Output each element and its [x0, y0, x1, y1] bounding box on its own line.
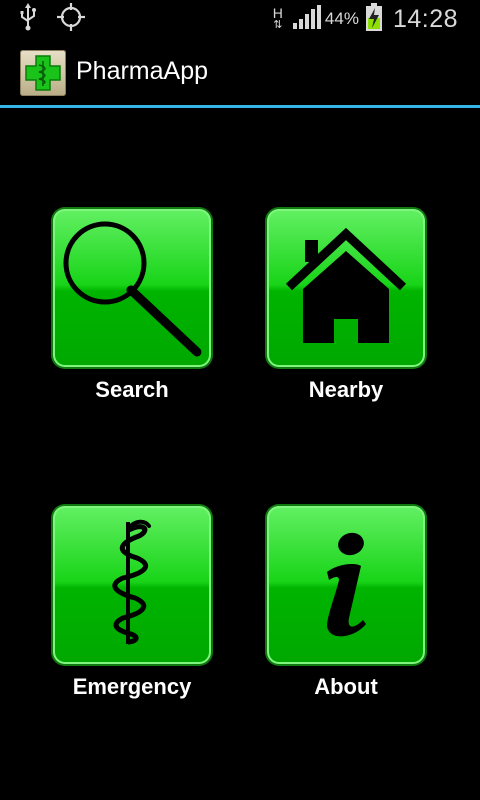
signal-icon	[292, 4, 321, 34]
status-bar-left	[18, 2, 86, 37]
about-label: About	[314, 674, 378, 699]
network-activity-arrows: ⇅	[273, 19, 283, 31]
usb-icon	[18, 2, 38, 36]
battery-percent: 44%	[324, 9, 359, 28]
about-tile[interactable]: About	[267, 506, 431, 699]
search-label: Search	[95, 377, 169, 402]
caduceus-icon	[112, 519, 151, 645]
gps-icon	[56, 2, 86, 37]
nearby-label: Nearby	[308, 377, 384, 402]
action-bar-divider	[0, 105, 480, 108]
emergency-tile[interactable]: Emergency	[53, 506, 217, 699]
pharmacy-cross-icon	[20, 50, 66, 96]
action-bar: PharmaApp	[0, 38, 480, 106]
status-bar: H ⇅ 44% 14:28	[0, 0, 480, 38]
nearby-tile[interactable]: Nearby	[267, 209, 431, 402]
emergency-button[interactable]	[53, 506, 211, 664]
network-type: H ⇅	[273, 6, 283, 31]
app-title: PharmaApp	[76, 57, 209, 85]
magnifier-icon	[63, 221, 202, 357]
search-button[interactable]	[53, 209, 211, 367]
info-icon	[327, 532, 366, 637]
emergency-label: Emergency	[72, 674, 192, 699]
nearby-button[interactable]	[267, 209, 425, 367]
about-button[interactable]	[267, 506, 425, 664]
status-bar-right: H ⇅ 44% 14:28	[273, 0, 458, 38]
battery-charging-icon	[365, 2, 383, 36]
clock: 14:28	[392, 4, 458, 33]
house-icon	[285, 227, 407, 343]
search-tile[interactable]: Search	[53, 209, 217, 402]
